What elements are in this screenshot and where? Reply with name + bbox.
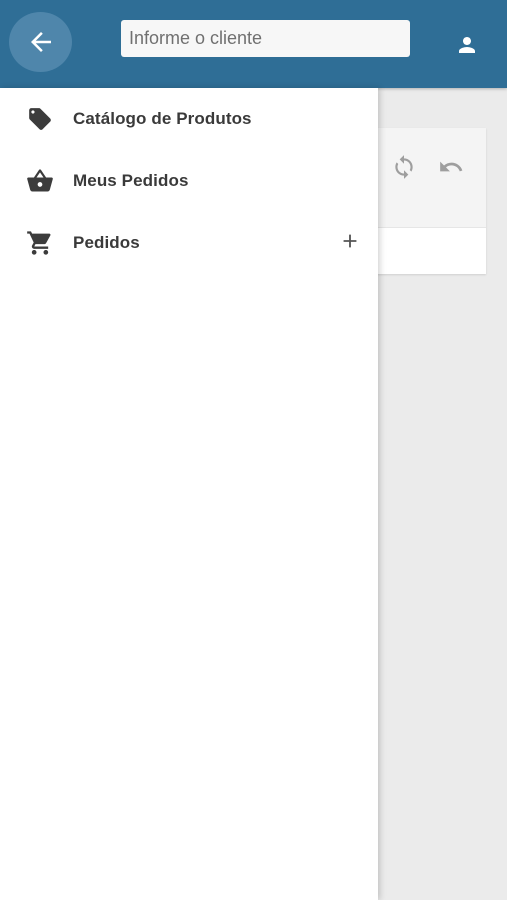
cart-icon <box>26 229 54 257</box>
person-icon <box>455 33 479 62</box>
navigation-drawer: Catálogo de Produtos Meus Pedidos Pedido… <box>0 88 378 900</box>
tag-icon <box>26 105 54 133</box>
sync-button[interactable] <box>389 154 419 184</box>
menu-item-label: Meus Pedidos <box>73 171 189 190</box>
back-button[interactable] <box>9 12 72 72</box>
add-pedido-button[interactable] <box>336 229 364 257</box>
menu-item-label: Pedidos <box>73 233 140 252</box>
plus-icon <box>339 230 361 257</box>
arrow-left-icon <box>26 27 56 57</box>
menu-item-catalogo-produtos[interactable]: Catálogo de Produtos <box>0 88 378 150</box>
user-button[interactable] <box>452 32 482 62</box>
sync-icon <box>391 154 417 185</box>
app-bar <box>0 0 507 88</box>
client-search-input[interactable] <box>121 20 410 57</box>
menu-item-label: Catálogo de Produtos <box>73 109 252 128</box>
undo-icon <box>438 154 464 185</box>
basket-icon <box>26 167 54 195</box>
undo-button[interactable] <box>436 154 466 184</box>
menu-item-pedidos[interactable]: Pedidos <box>0 212 378 274</box>
menu-item-meus-pedidos[interactable]: Meus Pedidos <box>0 150 378 212</box>
